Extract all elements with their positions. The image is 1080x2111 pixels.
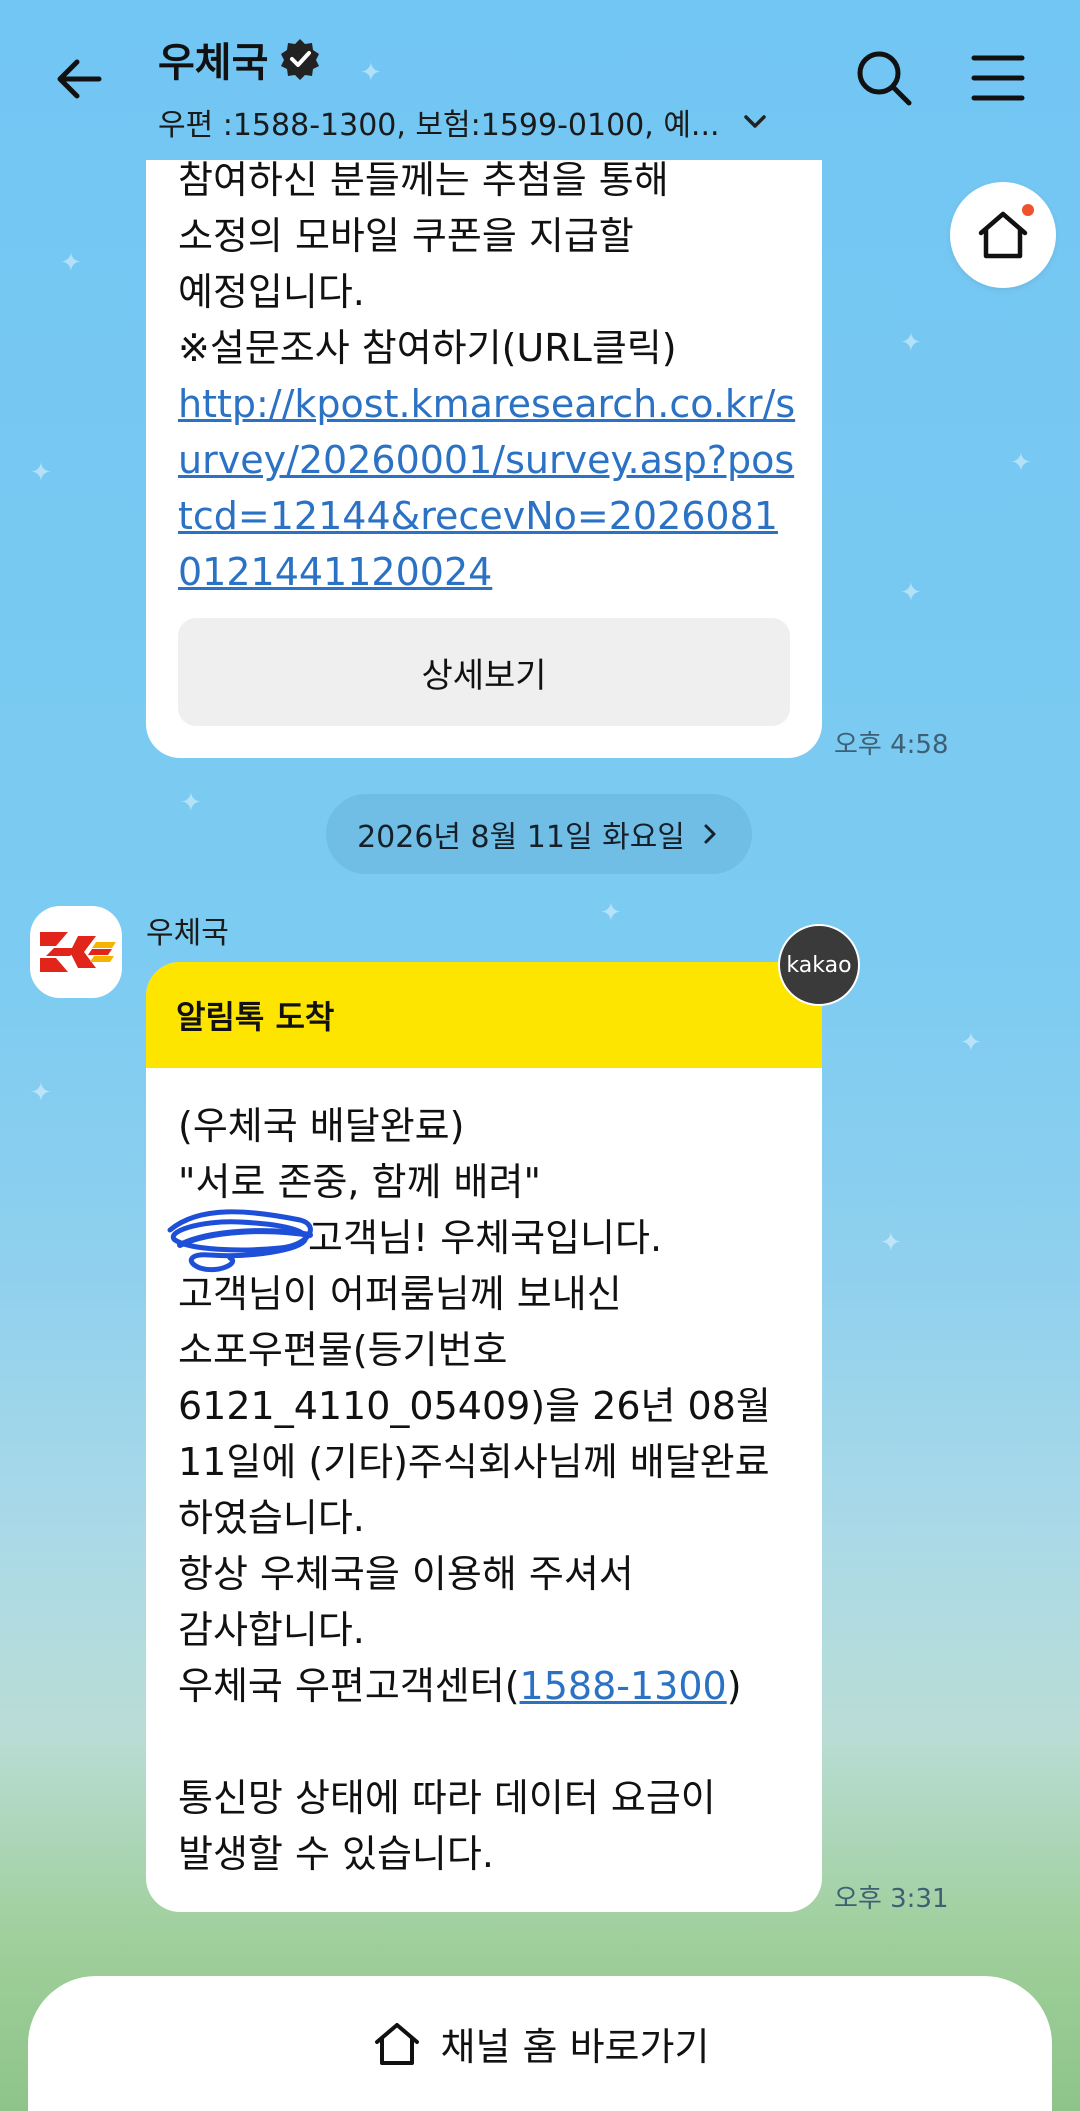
notification-dot: [1022, 204, 1034, 216]
date-divider[interactable]: 2026년 8월 11일 화요일: [326, 794, 752, 874]
detail-button[interactable]: 상세보기: [178, 618, 790, 726]
message-body: (우체국 배달완료) "서로 존중, 함께 배려" 고객님! 우체국입니다. 고…: [146, 1068, 822, 1882]
customer-center-line: 우체국 우편고객센터(1588-1300): [178, 1658, 822, 1714]
hamburger-menu-icon: [971, 55, 1025, 101]
channel-info[interactable]: 우체국 우편 :1588-1300, 보험:1599-0100, 예...: [158, 30, 798, 144]
customer-center-label: 우체국 우편고객센터(: [178, 1664, 520, 1708]
search-icon: [857, 51, 912, 106]
phone-link[interactable]: 1588-1300: [520, 1664, 727, 1708]
message-time: 오후 3:31: [834, 1884, 949, 1914]
channel-home-label: 채널 홈 바로가기: [440, 2025, 710, 2069]
avatar[interactable]: [30, 906, 122, 998]
kakao-badge: kakao: [778, 924, 860, 1006]
message-line: 예정입니다.: [178, 270, 365, 314]
message-time: 오후 4:58: [834, 730, 949, 760]
message-line: 하였습니다.: [178, 1496, 365, 1540]
date-label: 2026년 8월 11일 화요일: [357, 820, 685, 855]
message-line: 11일에 (기타)주식회사님께 배달완료: [178, 1440, 770, 1484]
korea-post-logo-icon: [40, 932, 116, 972]
message-line: (우체국 배달완료): [178, 1104, 465, 1148]
message-line: ※설문조사 참여하기(URL클릭): [178, 326, 677, 370]
survey-link[interactable]: http://kpost.kmaresearch.co.kr/survey/20…: [178, 376, 798, 600]
sender-name: 우체국: [146, 916, 229, 951]
customer-center-suffix: ): [726, 1664, 742, 1708]
message-line: 발생할 수 있습니다.: [178, 1832, 494, 1876]
message-line: 소정의 모바일 쿠폰을 지급할: [178, 214, 634, 258]
message-line: 6121_4110_05409)을 26년 08월: [178, 1384, 771, 1428]
chevron-down-icon[interactable]: [740, 107, 770, 137]
message-bubble-delivery: 알림톡 도착 (우체국 배달완료) "서로 존중, 함께 배려" 고객님! 우체…: [146, 962, 822, 1912]
back-button[interactable]: [44, 44, 114, 114]
message-bubble-survey: 참여하신 분들께는 추첨을 통해 소정의 모바일 쿠폰을 지급할 예정입니다. …: [146, 158, 822, 758]
message-line: 참여하신 분들께는 추첨을 통해: [178, 158, 669, 202]
channel-title: 우체국: [158, 40, 269, 86]
channel-subtitle: 우편 :1588-1300, 보험:1599-0100, 예...: [158, 108, 720, 143]
message-line: 통신망 상태에 따라 데이터 요금이: [178, 1776, 716, 1820]
channel-home-float-button[interactable]: [950, 182, 1056, 288]
message-line: 소포우편물(등기번호: [178, 1328, 508, 1372]
chat-header: 우체국 우편 :1588-1300, 보험:1599-0100, 예...: [0, 0, 1080, 160]
message-body: 참여하신 분들께는 추첨을 통해 소정의 모바일 쿠폰을 지급할 예정입니다. …: [178, 152, 798, 600]
alimtalk-header: 알림톡 도착: [146, 962, 822, 1068]
menu-button[interactable]: [966, 46, 1030, 110]
back-arrow-icon: [57, 59, 102, 99]
message-line: 감사합니다.: [178, 1608, 365, 1652]
home-icon: [374, 2022, 419, 2065]
verified-badge-icon: [281, 39, 320, 80]
message-line: 항상 우체국을 이용해 주셔서: [178, 1552, 634, 1596]
channel-home-button[interactable]: 채널 홈 바로가기: [28, 1976, 1052, 2111]
search-button[interactable]: [852, 46, 916, 110]
chevron-right-icon: [704, 824, 716, 844]
redaction-scribble: [167, 1209, 313, 1273]
